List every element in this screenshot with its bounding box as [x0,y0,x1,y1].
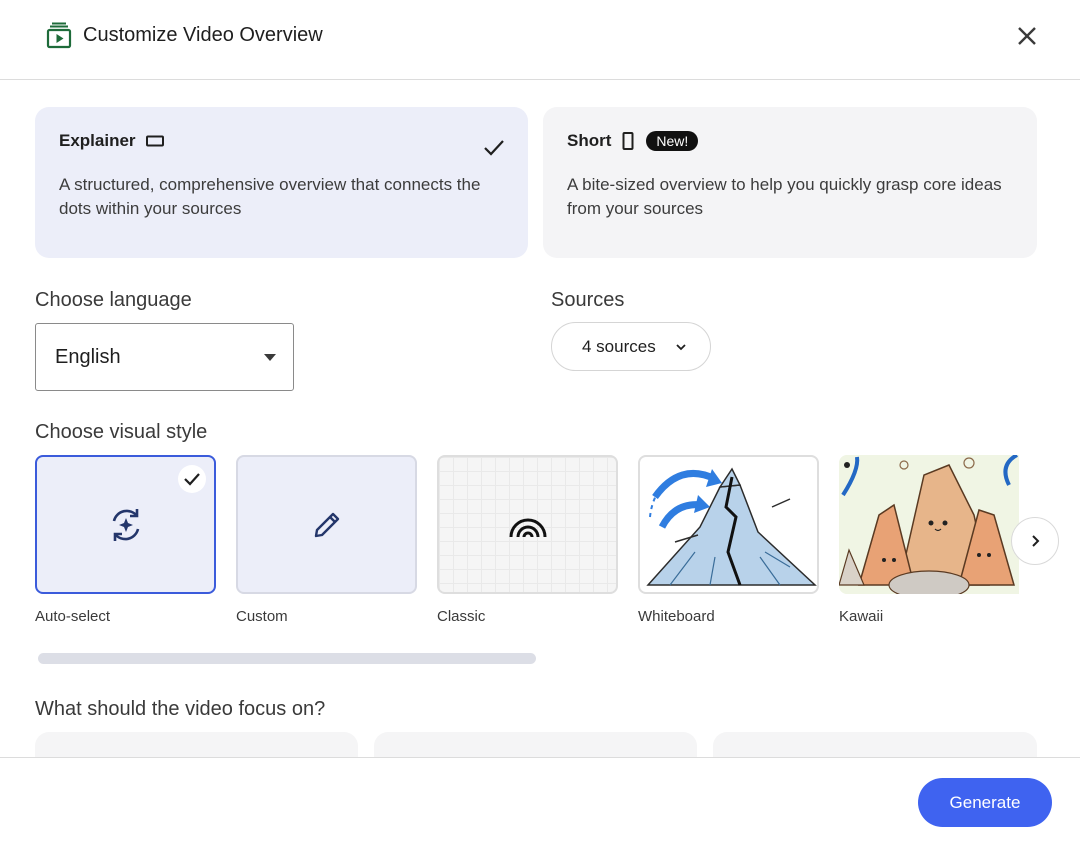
caret-down-icon [264,354,276,361]
chevron-down-icon [676,344,686,351]
video-overview-icon [46,22,72,49]
sources-label: Sources [551,289,625,311]
style-label-whiteboard: Whiteboard [638,608,715,625]
close-icon [1018,27,1036,45]
style-tile-auto-select[interactable] [35,455,216,594]
portrait-rectangle-icon [622,132,634,150]
horizontal-scrollbar[interactable] [38,653,536,664]
volcano-sketch-thumbnail [646,467,817,586]
style-tile-whiteboard[interactable] [638,455,819,594]
style-label-custom: Custom [236,608,288,625]
selected-check-badge [178,465,206,493]
language-value: English [55,346,121,368]
dialog-title: Customize Video Overview [83,24,323,46]
kawaii-mountains-thumbnail [839,455,1019,594]
format-card-short[interactable]: Short New! A bite-sized overview to help… [543,107,1037,258]
format-card-explainer[interactable]: Explainer A structured, comprehensive ov… [35,107,528,258]
format-description: A structured, comprehensive overview tha… [59,175,481,218]
style-label-kawaii: Kawaii [839,608,884,625]
sources-dropdown[interactable]: 4 sources [551,322,711,371]
format-title: Explainer [59,131,136,150]
focus-label: What should the video focus on? [35,698,326,720]
style-label-auto-select: Auto-select [35,608,111,625]
dialog-header: Customize Video Overview [0,0,1080,80]
next-styles-button[interactable] [1011,517,1059,565]
rainbow-arcs-icon [509,518,546,537]
check-icon [484,140,504,156]
format-title: Short [567,131,612,150]
generate-button[interactable]: Generate [918,778,1052,827]
language-label: Choose language [35,289,192,311]
close-button[interactable] [1011,20,1043,52]
style-tile-classic[interactable] [437,455,618,594]
new-badge: New! [646,131,699,151]
chevron-right-icon [1032,535,1040,547]
format-description: A bite-sized overview to help you quickl… [567,175,1002,218]
pencil-icon [314,512,339,537]
style-tile-kawaii[interactable] [839,455,1019,594]
auto-select-sparkle-icon [112,508,139,541]
visual-style-label: Choose visual style [35,421,208,443]
check-icon [184,473,200,486]
sources-value: 4 sources [582,337,656,356]
language-select[interactable]: English [35,323,294,391]
landscape-rectangle-icon [145,135,164,147]
style-tile-custom[interactable] [236,455,417,594]
style-label-classic: Classic [437,608,486,625]
